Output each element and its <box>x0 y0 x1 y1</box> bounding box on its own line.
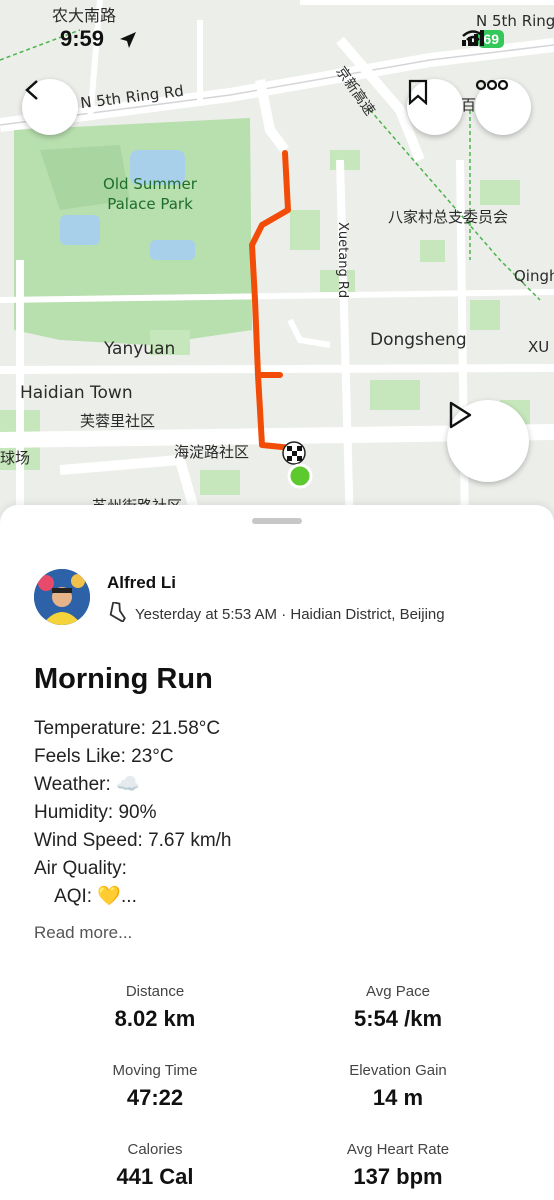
athlete-name[interactable]: Alfred Li <box>107 573 176 593</box>
map-label: N 5th Ring <box>476 12 554 30</box>
stat-label: Elevation Gain <box>349 1062 447 1079</box>
description-line: Humidity: 90% <box>34 802 157 823</box>
read-more-link[interactable]: Read more... <box>34 923 132 943</box>
stat-elevation-gain: Elevation Gain 14 m <box>278 1062 518 1111</box>
description-line: Air Quality: <box>34 858 127 879</box>
map-label: 八家村总支委员会 <box>388 208 509 226</box>
play-flyover-button[interactable] <box>447 400 529 482</box>
more-options-button[interactable] <box>475 79 531 135</box>
stat-value: 137 bpm <box>353 1164 443 1189</box>
activity-description: Temperature: 21.58°C Feels Like: 23°C We… <box>34 715 232 911</box>
bookmark-icon <box>408 79 428 105</box>
stat-calories: Calories 441 Cal <box>35 1141 275 1190</box>
map-label: Old Summer Palace Park <box>103 175 197 213</box>
map-label: Xuetang Rd <box>335 222 350 299</box>
map-label: 百 <box>461 96 477 114</box>
stat-label: Moving Time <box>112 1062 198 1079</box>
back-button[interactable] <box>22 79 78 135</box>
stat-label: Distance <box>125 983 185 1000</box>
stat-label: Avg Pace <box>366 983 430 1000</box>
stat-value: 8.02 km <box>114 1006 196 1031</box>
map-label: Haidian Town <box>20 383 133 403</box>
more-dots-icon <box>475 79 509 91</box>
stat-distance: Distance 8.02 km <box>35 983 275 1032</box>
avatar[interactable] <box>34 569 90 625</box>
stat-value: 14 m <box>372 1085 424 1110</box>
route-map[interactable]: 农大南路 N 5th Ring N 5th Ring Rd 京新高速 Old S… <box>0 0 554 530</box>
description-line: Wind Speed: 7.67 km/h <box>34 830 232 851</box>
activity-sheet: Alfred Li Yesterday at 5:53 AM · Haidian… <box>0 505 554 1200</box>
map-label: Dongsheng <box>370 330 467 350</box>
stat-moving-time: Moving Time 47:22 <box>35 1062 275 1111</box>
description-line: Feels Like: 23°C <box>34 746 174 767</box>
map-label: XU <box>528 338 550 356</box>
stat-value: 5:54 /km <box>353 1006 443 1031</box>
map-label: Yanyuan <box>104 339 176 359</box>
stat-avg-pace: Avg Pace 5:54 /km <box>278 983 518 1032</box>
stat-label: Calories <box>127 1141 183 1158</box>
stat-value: 47:22 <box>126 1085 184 1110</box>
activity-meta: Yesterday at 5:53 AM · Haidian District,… <box>107 601 445 626</box>
activity-meta-text: Yesterday at 5:53 AM · Haidian District,… <box>135 605 445 623</box>
save-route-button[interactable] <box>407 79 463 135</box>
map-label: 海淀路社区 <box>174 443 250 461</box>
stat-value: 441 Cal <box>116 1164 194 1189</box>
map-label: 球场 <box>0 449 31 467</box>
activity-title: Morning Run <box>34 663 213 695</box>
status-time: 9:59 <box>60 26 105 51</box>
run-shoe-icon <box>107 601 129 626</box>
chevron-left-icon <box>25 80 38 100</box>
map-label: Qingh <box>514 267 554 285</box>
drag-handle[interactable] <box>252 518 302 524</box>
play-icon <box>449 401 472 429</box>
description-line: Weather: ☁️ <box>34 774 140 795</box>
stat-label: Avg Heart Rate <box>346 1141 450 1158</box>
stat-avg-heart-rate: Avg Heart Rate 137 bpm <box>278 1141 518 1190</box>
map-label: 农大南路 <box>52 6 117 25</box>
description-line: AQI: 💛... <box>34 886 137 907</box>
description-line: Temperature: 21.58°C <box>34 718 221 739</box>
map-label: 芙蓉里社区 <box>80 412 156 430</box>
